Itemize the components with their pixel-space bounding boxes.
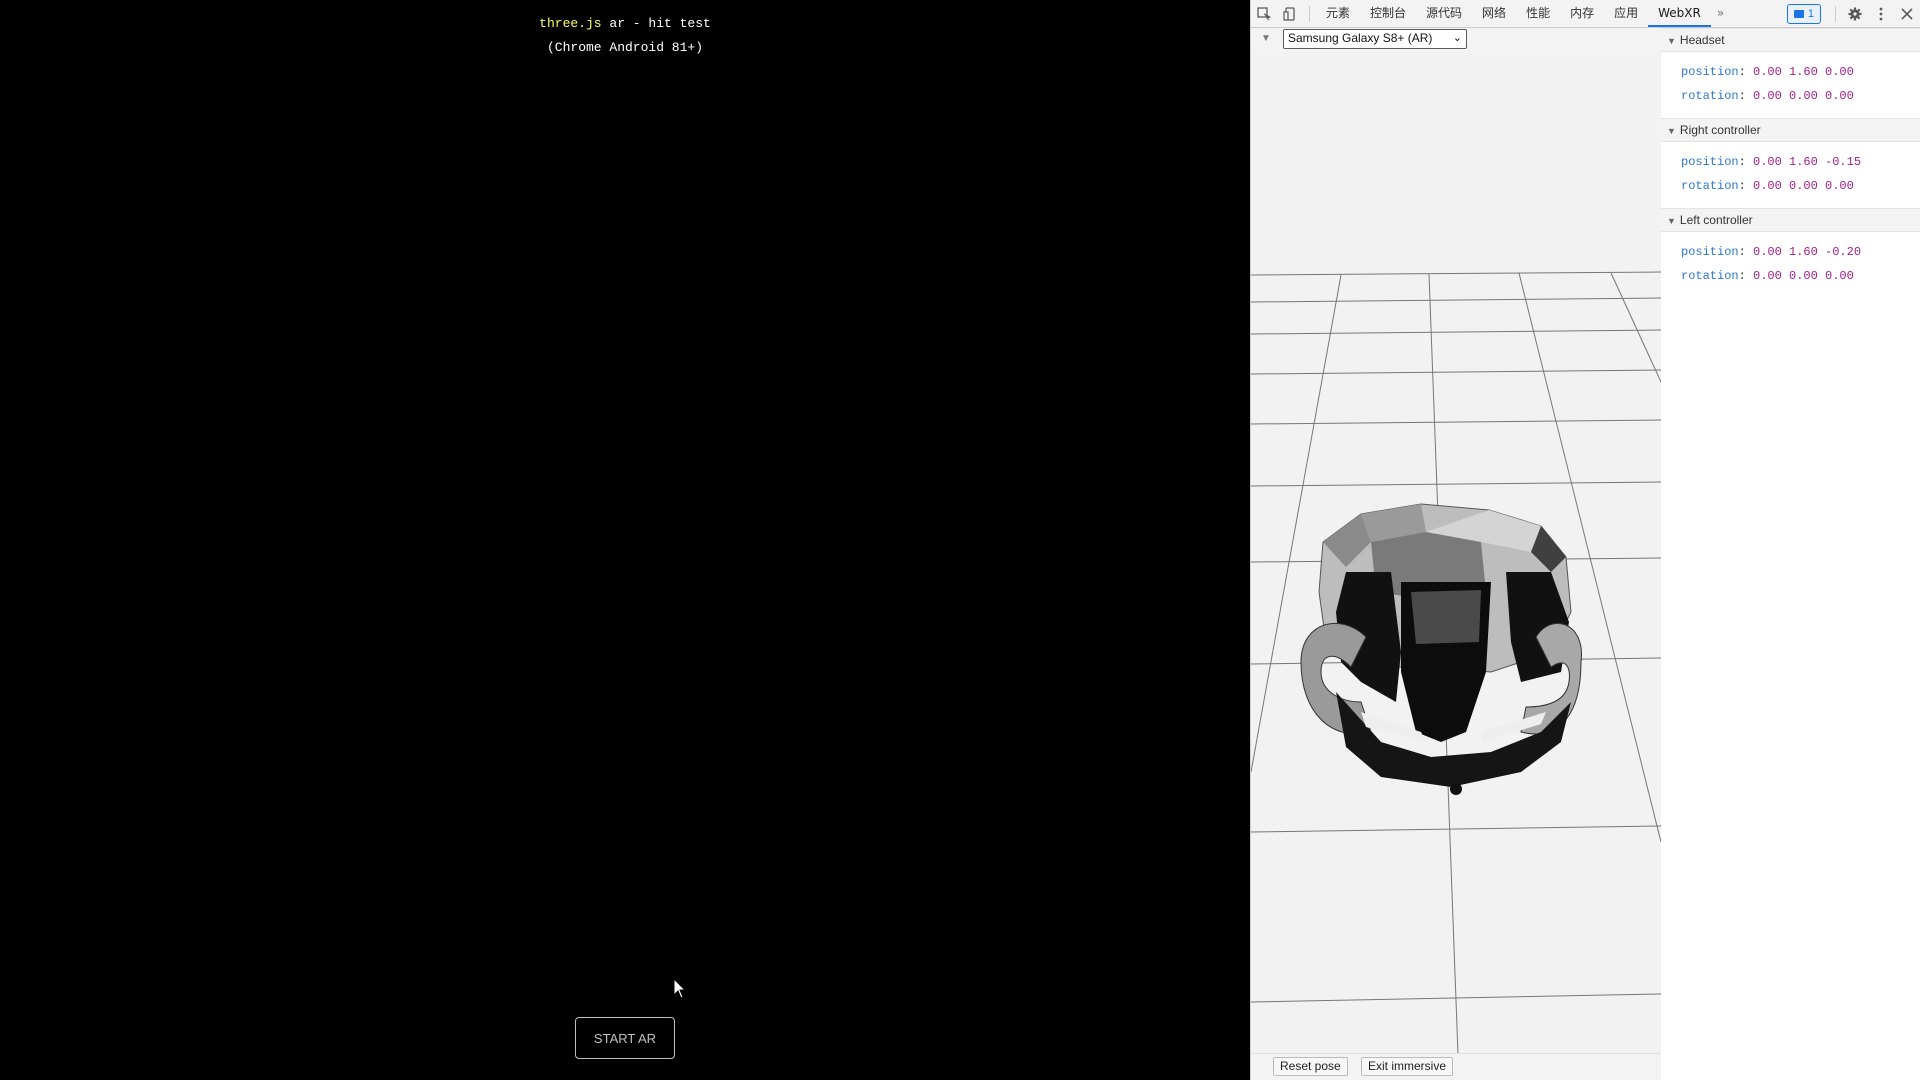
cursor-icon [673,978,687,999]
rotation-label: rotation [1681,89,1739,103]
rotation-label: rotation [1681,179,1739,193]
device-row: ▼ Samsung Galaxy S8+ (AR) ⌄ [1251,28,1661,53]
page-title: three.js ar - hit test [0,12,1250,36]
rotation-value[interactable]: 0.00 0.00 0.00 [1753,269,1854,283]
rotation-row: rotation: 0.00 0.00 0.00 [1681,84,1920,108]
position-label: position [1681,245,1739,259]
toolbar-divider [1835,5,1836,22]
tab-0[interactable]: 元素 [1316,0,1360,27]
triangle-down-icon: ▼ [1667,216,1676,226]
rotation-row: rotation: 0.00 0.00 0.00 [1681,264,1920,288]
toolbar-divider [1309,5,1310,22]
threejs-link[interactable]: three.js [539,16,601,31]
more-tabs-button[interactable]: » [1711,0,1730,27]
device-toggle-icon[interactable] [1277,0,1303,27]
rotation-value[interactable]: 0.00 0.00 0.00 [1753,89,1854,103]
tab-3[interactable]: 网络 [1472,0,1516,27]
devtools-toolbar: 元素 控制台 源代码 网络 性能 内存 应用 WebXR » 1 [1251,0,1920,28]
issues-badge[interactable]: 1 [1786,3,1821,24]
rotation-value[interactable]: 0.00 0.00 0.00 [1753,179,1854,193]
position-label: position [1681,65,1739,79]
device-select[interactable]: Samsung Galaxy S8+ (AR) ⌄ [1283,29,1467,49]
settings-icon[interactable] [1842,0,1868,27]
xr-scene-canvas[interactable] [1251,52,1661,1054]
position-row: position: 0.00 1.60 0.00 [1681,60,1920,84]
close-icon[interactable] [1894,0,1920,27]
start-ar-button[interactable]: START AR [575,1017,675,1059]
section-title: Left controller [1679,213,1753,227]
section-title: Headset [1679,33,1725,47]
exit-immersive-button[interactable]: Exit immersive [1361,1057,1454,1076]
issues-count: 1 [1807,7,1814,20]
position-value[interactable]: 0.00 1.60 0.00 [1753,65,1854,79]
tab-7[interactable]: WebXR [1648,0,1711,27]
section-header[interactable]: ▼ Headset [1661,28,1920,52]
reset-pose-button[interactable]: Reset pose [1273,1057,1348,1076]
pose-panel: ▼ Headset position: 0.00 1.60 0.00 rotation… [1661,28,1920,1080]
tab-strip: 元素 控制台 源代码 网络 性能 内存 应用 WebXR [1316,0,1711,27]
pose-section: ▼ Left controller position: 0.00 1.60 -0.2… [1661,208,1920,298]
section-body: position: 0.00 1.60 -0.20 rotation: 0.00 … [1661,232,1920,298]
colon: : [1738,179,1754,193]
tab-4[interactable]: 性能 [1516,0,1560,27]
devtools-panel: 元素 控制台 源代码 网络 性能 内存 应用 WebXR » 1 ▼ Samsung Gala… [1250,0,1920,1080]
section-title: Right controller [1679,123,1761,137]
title-rest: ar - hit test [601,16,711,31]
more-vert-icon[interactable] [1868,0,1894,27]
position-label: position [1681,155,1739,169]
page-subtitle: (Chrome Android 81+) [546,40,704,55]
pose-section: ▼ Headset position: 0.00 1.60 0.00 rotation… [1661,28,1920,118]
position-row: position: 0.00 1.60 -0.15 [1681,150,1920,174]
inspect-icon[interactable] [1251,0,1277,27]
collapse-caret-icon[interactable]: ▼ [1261,33,1271,44]
position-value[interactable]: 0.00 1.60 -0.15 [1753,155,1861,169]
position-row: position: 0.00 1.60 -0.20 [1681,240,1920,264]
webxr-viewport: ▼ Samsung Galaxy S8+ (AR) ⌄ Reset pose E… [1251,28,1661,1080]
triangle-down-icon: ▼ [1667,36,1676,46]
pose-section: ▼ Right controller position: 0.00 1.60 -0.… [1661,118,1920,208]
section-body: position: 0.00 1.60 -0.15 rotation: 0.00 … [1661,142,1920,208]
colon: : [1738,65,1754,79]
viewport-bottom-bar: Reset pose Exit immersive [1251,1053,1661,1080]
colon: : [1738,269,1754,283]
message-icon [1793,9,1804,18]
colon: : [1738,245,1754,259]
web-page: three.js ar - hit test (Chrome Android 8… [0,0,1250,1080]
device-select-value: Samsung Galaxy S8+ (AR) [1288,31,1433,45]
section-header[interactable]: ▼ Right controller [1661,118,1920,142]
rotation-label: rotation [1681,269,1739,283]
colon: : [1738,89,1754,103]
tab-1[interactable]: 控制台 [1360,0,1416,27]
position-value[interactable]: 0.00 1.60 -0.20 [1753,245,1861,259]
tab-2[interactable]: 源代码 [1416,0,1472,27]
rotation-row: rotation: 0.00 0.00 0.00 [1681,174,1920,198]
tab-5[interactable]: 内存 [1560,0,1604,27]
colon: : [1738,155,1754,169]
chevron-down-icon: ⌄ [1452,32,1462,44]
info-text: three.js ar - hit test (Chrome Android 8… [0,12,1250,60]
section-body: position: 0.00 1.60 0.00 rotation: 0.00 0… [1661,52,1920,118]
triangle-down-icon: ▼ [1667,126,1676,136]
section-header[interactable]: ▼ Left controller [1661,208,1920,232]
tab-6[interactable]: 应用 [1604,0,1648,27]
